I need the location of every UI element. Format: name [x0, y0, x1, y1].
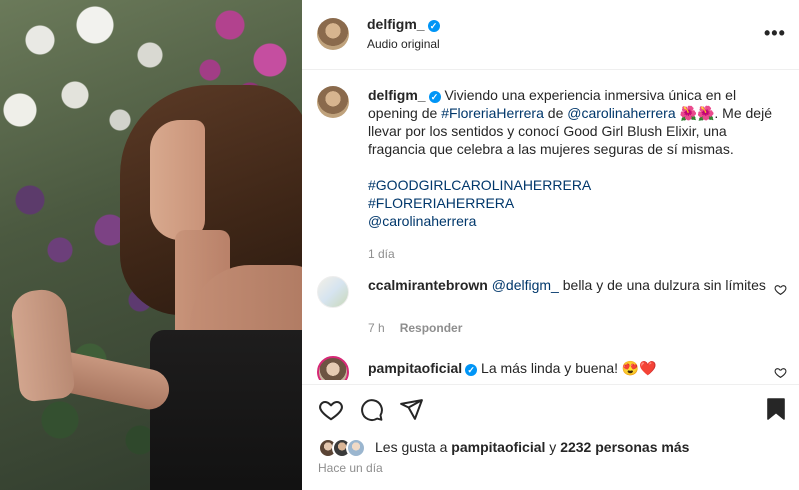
- liker-username[interactable]: pampitaoficial: [451, 439, 545, 455]
- photo-face: [150, 120, 205, 240]
- commenter-avatar[interactable]: [317, 276, 349, 308]
- post-header: delfigm_ ✓ Audio original •••: [302, 0, 799, 70]
- mention-carolinaherrera-inline[interactable]: @carolinaherrera: [567, 105, 675, 121]
- comment-text: bella y de una dulzura sin límites: [558, 277, 766, 293]
- caption-body: delfigm_ ✓ Viviendo una experiencia inmer…: [368, 86, 788, 263]
- verified-badge-icon: ✓: [428, 91, 441, 103]
- heart-outline-icon[interactable]: [318, 397, 344, 428]
- caption-username[interactable]: delfigm_: [368, 87, 426, 103]
- likes-count[interactable]: 2232 personas más: [560, 439, 689, 455]
- hashtag-floreria-inline[interactable]: #FloreriaHerrera: [441, 105, 544, 121]
- post-actions: Les gusta a pampitaoficial y 2232 person…: [302, 384, 799, 490]
- caption-avatar[interactable]: [317, 86, 349, 118]
- commenter-username[interactable]: ccalmirantebrown: [368, 277, 488, 293]
- commenter-avatar-story-ring[interactable]: [317, 356, 349, 380]
- verified-badge-icon: ✓: [465, 364, 478, 376]
- comment-mention[interactable]: @delfigm_: [492, 277, 559, 293]
- comment-text: La más linda y buena! 😍❤️: [481, 360, 657, 376]
- author-avatar[interactable]: [317, 18, 349, 50]
- author-username[interactable]: delfigm_ ✓: [367, 16, 440, 32]
- comment-body: ccalmirantebrown @delfigm_ bella y de un…: [368, 276, 768, 294]
- comment-time[interactable]: 7 h: [368, 321, 385, 335]
- verified-badge-icon: ✓: [427, 20, 440, 32]
- comment-bubble-icon[interactable]: [359, 397, 384, 427]
- paper-plane-icon[interactable]: [399, 397, 424, 427]
- hashtag-floreriaherrera[interactable]: #FLORERIAHERRERA: [368, 194, 788, 212]
- bookmark-filled-icon[interactable]: [765, 397, 787, 426]
- likes-summary: Les gusta a pampitaoficial y 2232 person…: [318, 437, 788, 459]
- audio-label[interactable]: Audio original: [367, 37, 440, 51]
- post-side-panel: delfigm_ ✓ Audio original ••• delfigm_ ✓ V…: [302, 0, 799, 490]
- commenter-username[interactable]: pampitaoficial: [368, 360, 462, 376]
- post-date[interactable]: Hace un día: [318, 461, 383, 475]
- comment-like-heart-icon[interactable]: [774, 283, 787, 299]
- hashtag-goodgirl[interactable]: #GOODGIRLCAROLINAHERRERA: [368, 176, 788, 194]
- photo-dress: [150, 330, 302, 490]
- comment-meta: 7 h Responder: [368, 321, 462, 335]
- more-dots-icon[interactable]: •••: [764, 23, 786, 44]
- caption-time[interactable]: 1 día: [368, 245, 788, 263]
- comment-item: pampitaoficial ✓ La más linda y buena! 😍❤…: [302, 356, 799, 380]
- comment-like-heart-icon[interactable]: [774, 366, 787, 380]
- caption-text-2: de: [543, 105, 568, 121]
- comment-body: pampitaoficial ✓ La más linda y buena! 😍❤…: [368, 359, 657, 377]
- flower-emoji: 🌺🌺: [679, 105, 715, 121]
- post-photo[interactable]: [0, 0, 302, 490]
- reply-button[interactable]: Responder: [400, 321, 463, 335]
- likes-text[interactable]: Les gusta a pampitaoficial y 2232 person…: [375, 439, 689, 455]
- liker-avatars[interactable]: [318, 437, 370, 459]
- mention-carolinaherrera[interactable]: @carolinaherrera: [368, 212, 788, 230]
